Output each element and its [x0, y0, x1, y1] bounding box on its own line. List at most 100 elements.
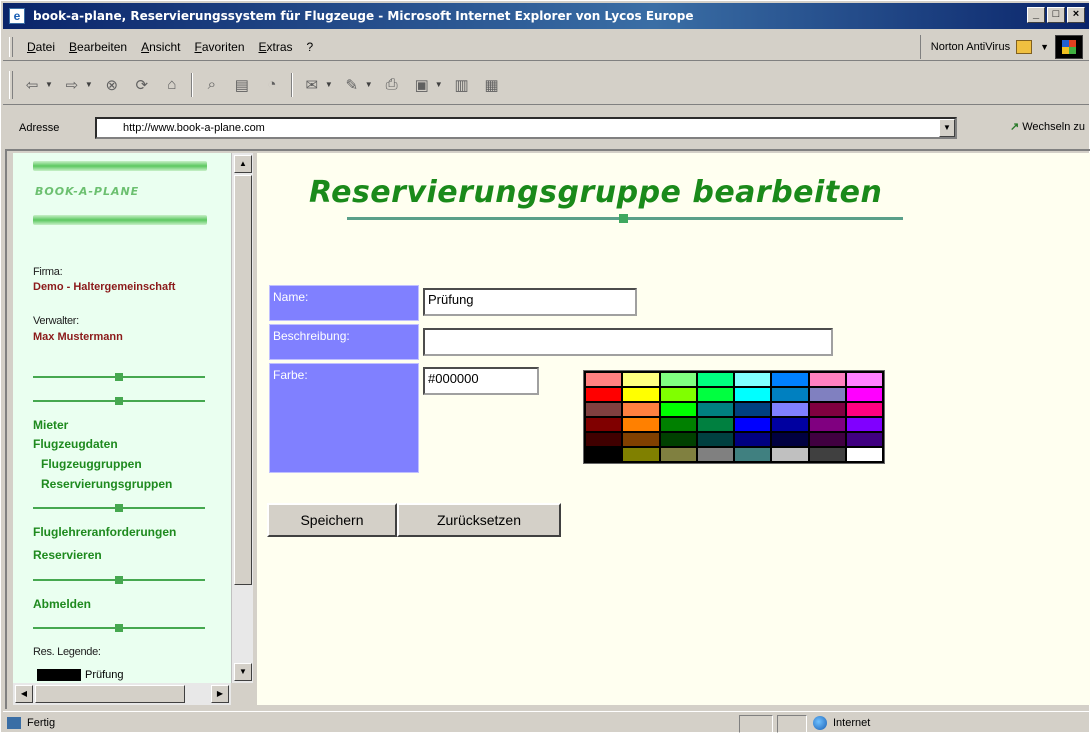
- nav-link-reservierungsgruppen[interactable]: Reservierungsgruppen: [41, 477, 172, 491]
- menu-ansicht[interactable]: Ansicht: [141, 40, 180, 54]
- color-swatch[interactable]: [735, 403, 771, 416]
- forward-icon[interactable]: ⇨: [61, 74, 83, 96]
- color-swatch[interactable]: [735, 373, 771, 386]
- color-swatch[interactable]: [697, 448, 733, 461]
- color-swatch[interactable]: [623, 448, 659, 461]
- color-swatch[interactable]: [809, 373, 845, 386]
- color-swatch[interactable]: [772, 373, 808, 386]
- mail-dropdown-icon[interactable]: ▼: [325, 80, 333, 89]
- color-swatch[interactable]: [809, 418, 845, 431]
- beschreibung-input[interactable]: [423, 328, 833, 356]
- search-icon[interactable]: ⌕: [201, 74, 223, 96]
- ie-app-icon[interactable]: e: [9, 8, 25, 24]
- edit-dropdown-icon[interactable]: ▼: [365, 80, 373, 89]
- color-swatch[interactable]: [660, 433, 696, 446]
- color-swatch[interactable]: [846, 403, 882, 416]
- nav-link-mieter[interactable]: Mieter: [33, 418, 68, 432]
- color-swatch[interactable]: [846, 433, 882, 446]
- color-swatch[interactable]: [660, 373, 696, 386]
- color-swatch[interactable]: [660, 403, 696, 416]
- color-swatch[interactable]: [697, 418, 733, 431]
- color-swatch[interactable]: [697, 388, 733, 401]
- address-input[interactable]: http://www.book-a-plane.com ▼: [95, 117, 957, 139]
- color-swatch[interactable]: [586, 448, 622, 461]
- back-dropdown-icon[interactable]: ▼: [45, 80, 53, 89]
- color-swatch[interactable]: [660, 448, 696, 461]
- color-swatch[interactable]: [772, 418, 808, 431]
- color-swatch[interactable]: [809, 388, 845, 401]
- nav-link-fluglehreranforderungen[interactable]: Fluglehreranforderungen: [33, 525, 176, 539]
- color-swatch[interactable]: [735, 388, 771, 401]
- home-icon[interactable]: ⌂: [161, 74, 183, 96]
- save-button[interactable]: Speichern: [267, 503, 397, 537]
- scrollbar-thumb[interactable]: [234, 175, 252, 585]
- maximize-button[interactable]: □: [1047, 7, 1065, 23]
- color-swatch[interactable]: [660, 388, 696, 401]
- scroll-down-icon[interactable]: ▼: [234, 663, 252, 681]
- menu-help[interactable]: ?: [307, 40, 314, 54]
- norton-dropdown-icon[interactable]: ▼: [1040, 42, 1049, 52]
- color-swatch[interactable]: [846, 388, 882, 401]
- nav-link-flugzeugdaten[interactable]: Flugzeugdaten: [33, 437, 118, 451]
- color-swatch[interactable]: [809, 403, 845, 416]
- scrollbar-thumb[interactable]: [35, 685, 185, 703]
- color-swatch[interactable]: [623, 418, 659, 431]
- color-swatch[interactable]: [846, 418, 882, 431]
- menu-datei[interactable]: Datei: [27, 40, 55, 54]
- color-swatch[interactable]: [697, 433, 733, 446]
- color-swatch[interactable]: [586, 388, 622, 401]
- toolbar-grip[interactable]: [9, 70, 13, 99]
- name-input[interactable]: Prüfung: [423, 288, 637, 316]
- color-swatch[interactable]: [735, 433, 771, 446]
- nav-link-reservieren[interactable]: Reservieren: [33, 548, 102, 562]
- go-button[interactable]: ↗ Wechseln zu: [1010, 120, 1085, 133]
- messenger-icon[interactable]: ▥: [451, 74, 473, 96]
- menu-favoriten[interactable]: Favoriten: [194, 40, 244, 54]
- color-swatch[interactable]: [809, 433, 845, 446]
- favorites-icon[interactable]: ▤: [231, 74, 253, 96]
- mail-icon[interactable]: ✉: [301, 74, 323, 96]
- scroll-up-icon[interactable]: ▲: [234, 155, 252, 173]
- color-swatch[interactable]: [772, 433, 808, 446]
- norton-toolbar[interactable]: Norton AntiVirus ▼: [919, 35, 1049, 59]
- address-dropdown-icon[interactable]: ▼: [939, 119, 955, 137]
- color-swatch[interactable]: [772, 448, 808, 461]
- color-swatch[interactable]: [846, 448, 882, 461]
- menu-bearbeiten[interactable]: Bearbeiten: [69, 40, 127, 54]
- color-swatch[interactable]: [586, 373, 622, 386]
- color-swatch[interactable]: [697, 403, 733, 416]
- color-swatch[interactable]: [772, 388, 808, 401]
- history-icon[interactable]: ◔: [261, 74, 283, 96]
- color-swatch[interactable]: [586, 433, 622, 446]
- discuss-dropdown-icon[interactable]: ▼: [435, 80, 443, 89]
- scroll-right-icon[interactable]: ▶: [211, 685, 229, 703]
- color-swatch[interactable]: [586, 418, 622, 431]
- color-swatch[interactable]: [735, 418, 771, 431]
- logo[interactable]: BOOK-A-PLANE: [35, 185, 139, 198]
- farbe-input[interactable]: #000000: [423, 367, 539, 395]
- nav-frame-vertical-scrollbar[interactable]: ▲ ▼: [231, 153, 253, 683]
- color-swatch[interactable]: [809, 448, 845, 461]
- discuss-icon[interactable]: ▣: [411, 74, 433, 96]
- tools-icon[interactable]: ▦: [481, 74, 503, 96]
- menu-grip[interactable]: [9, 36, 13, 57]
- norton-icon[interactable]: [1016, 40, 1033, 54]
- color-swatch[interactable]: [623, 373, 659, 386]
- menu-extras[interactable]: Extras: [259, 40, 293, 54]
- address-url[interactable]: http://www.book-a-plane.com: [123, 122, 265, 134]
- forward-dropdown-icon[interactable]: ▼: [85, 80, 93, 89]
- minimize-button[interactable]: _: [1027, 7, 1045, 23]
- color-swatch[interactable]: [846, 373, 882, 386]
- color-swatch[interactable]: [772, 403, 808, 416]
- close-button[interactable]: ×: [1067, 7, 1085, 23]
- nav-frame-horizontal-scrollbar[interactable]: ◀ ▶: [13, 683, 231, 705]
- back-icon[interactable]: ⇦: [21, 74, 43, 96]
- color-swatch[interactable]: [660, 418, 696, 431]
- print-icon[interactable]: ⎙: [381, 74, 403, 96]
- edit-icon[interactable]: ✎: [341, 74, 363, 96]
- reset-button[interactable]: Zurücksetzen: [397, 503, 561, 537]
- color-swatch[interactable]: [697, 373, 733, 386]
- nav-link-flugzeuggruppen[interactable]: Flugzeuggruppen: [41, 457, 142, 471]
- color-swatch[interactable]: [586, 403, 622, 416]
- color-swatch[interactable]: [735, 448, 771, 461]
